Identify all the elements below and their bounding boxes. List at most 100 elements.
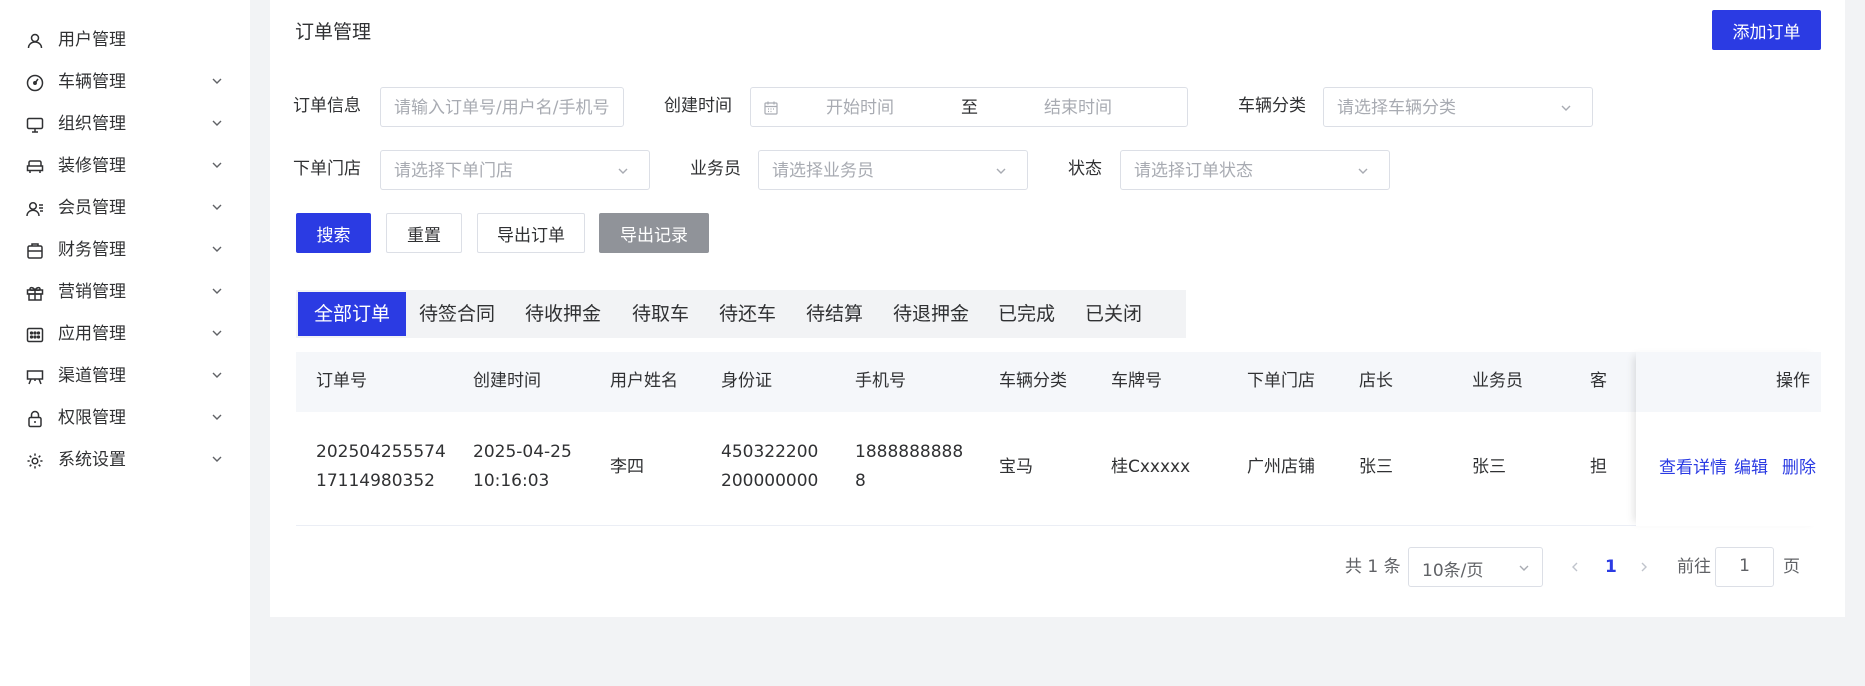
- page-size-select[interactable]: 10条/页: [1408, 547, 1543, 587]
- export-records-button[interactable]: 导出记录: [599, 213, 709, 253]
- chevron-down-icon: [210, 410, 224, 424]
- cell-order-no-line2: 17114980352: [316, 471, 435, 491]
- goto-suffix: 页: [1783, 557, 1800, 577]
- reset-button[interactable]: 重置: [386, 213, 462, 253]
- goto-page-input[interactable]: 1: [1715, 547, 1774, 587]
- end-time-placeholder[interactable]: 结束时间: [1044, 97, 1112, 119]
- tab-pending-return[interactable]: 待还车: [719, 292, 776, 336]
- order-management-card: 订单管理 添加订单 订单信息 请输入订单号/用户名/手机号 创建时间 开始时间 …: [270, 0, 1845, 617]
- operations-column: 操作 查看详情 编辑 删除: [1636, 352, 1821, 526]
- range-separator: 至: [961, 98, 978, 118]
- chevron-down-icon: [1559, 101, 1573, 115]
- chevron-down-icon: [1356, 164, 1370, 178]
- goto-page-value: 1: [1739, 556, 1750, 576]
- chevron-down-icon: [210, 284, 224, 298]
- status-label: 状态: [1068, 159, 1102, 179]
- table-row: 202504255574 17114980352 2025-04-25 10:1…: [296, 412, 1821, 526]
- chevron-down-icon: [210, 74, 224, 88]
- tab-pending-settlement[interactable]: 待结算: [806, 292, 863, 336]
- export-orders-button[interactable]: 导出订单: [477, 213, 585, 253]
- tab-all-orders[interactable]: 全部订单: [298, 292, 406, 336]
- chevron-down-icon: [994, 164, 1008, 178]
- order-info-input[interactable]: 请输入订单号/用户名/手机号: [380, 87, 624, 127]
- column-header-salesperson: 业务员: [1472, 371, 1523, 391]
- salesperson-placeholder: 请选择业务员: [772, 161, 874, 181]
- calendar-icon: [763, 100, 779, 116]
- sidebar-item-system-settings[interactable]: 系统设置: [0, 435, 250, 485]
- gauge-icon: [25, 73, 45, 93]
- salesperson-select[interactable]: 请选择业务员: [758, 150, 1028, 190]
- user-icon: [25, 31, 45, 51]
- sidebar: 用户管理 车辆管理 组织管理 装修管理 会员管理 财务管理 营销管理 应用管理 …: [0, 0, 250, 686]
- column-header-created: 创建时间: [473, 371, 541, 391]
- status-select[interactable]: 请选择订单状态: [1120, 150, 1390, 190]
- vehicle-category-label: 车辆分类: [1238, 96, 1306, 116]
- cell-id-card-line2: 200000000: [721, 471, 819, 491]
- vehicle-category-select[interactable]: 请选择车辆分类: [1323, 87, 1593, 127]
- sidebar-item-label: 渠道管理: [58, 366, 126, 386]
- member-icon: [25, 199, 45, 219]
- lock-icon: [25, 409, 45, 429]
- column-header-id-card: 身份证: [721, 371, 772, 391]
- edit-link[interactable]: 编辑: [1734, 457, 1768, 479]
- gift-icon: [25, 283, 45, 303]
- orders-table: 订单号 创建时间 用户姓名 身份证 手机号 车辆分类 车牌号 下单门店 店长 业…: [296, 352, 1821, 526]
- cell-phone-line1: 1888888888: [855, 442, 964, 462]
- next-page-icon[interactable]: [1637, 560, 1651, 574]
- search-button[interactable]: 搜索: [296, 213, 371, 253]
- sidebar-item-label: 车辆管理: [58, 72, 126, 92]
- sidebar-item-label: 组织管理: [58, 114, 126, 134]
- cell-id-card-line1: 450322200: [721, 442, 819, 462]
- tab-completed[interactable]: 已完成: [998, 292, 1055, 336]
- sidebar-item-label: 用户管理: [58, 30, 126, 50]
- cell-truncated: 担: [1590, 457, 1607, 477]
- column-header-store: 下单门店: [1247, 371, 1315, 391]
- current-page[interactable]: 1: [1605, 556, 1617, 578]
- column-header-user-name: 用户姓名: [610, 371, 678, 391]
- tab-pending-pickup[interactable]: 待取车: [632, 292, 689, 336]
- chevron-down-icon: [210, 242, 224, 256]
- column-header-plate: 车牌号: [1111, 371, 1162, 391]
- tab-pending-contract[interactable]: 待签合同: [419, 292, 495, 336]
- vehicle-category-placeholder: 请选择车辆分类: [1337, 98, 1456, 118]
- page-title: 订单管理: [295, 21, 372, 43]
- order-status-tabs: 全部订单 待签合同 待收押金 待取车 待还车 待结算 待退押金 已完成 已关闭: [296, 290, 1186, 338]
- monitor-icon: [25, 115, 45, 135]
- delete-link[interactable]: 删除: [1782, 457, 1816, 479]
- sidebar-item-label: 权限管理: [58, 408, 126, 428]
- chevron-down-icon: [210, 116, 224, 130]
- prev-page-icon[interactable]: [1568, 560, 1582, 574]
- sidebar-item-label: 会员管理: [58, 198, 126, 218]
- cell-created-time: 10:16:03: [473, 471, 550, 491]
- store-label: 下单门店: [293, 159, 361, 179]
- cell-salesperson: 张三: [1472, 457, 1506, 477]
- operations-header: 操作: [1636, 352, 1821, 412]
- created-time-label: 创建时间: [664, 96, 732, 116]
- cell-created-date: 2025-04-25: [473, 442, 572, 462]
- created-time-range-picker[interactable]: 开始时间 至 结束时间: [750, 87, 1188, 127]
- cell-order-no-line1: 202504255574: [316, 442, 446, 462]
- start-time-placeholder[interactable]: 开始时间: [826, 97, 894, 119]
- chevron-down-icon: [210, 368, 224, 382]
- tab-pending-deposit-refund[interactable]: 待退押金: [893, 292, 969, 336]
- order-info-placeholder: 请输入订单号/用户名/手机号: [394, 98, 610, 118]
- store-placeholder: 请选择下单门店: [394, 161, 513, 181]
- cell-plate: 桂Cxxxxx: [1111, 457, 1191, 477]
- pagination-total: 共 1 条: [1345, 557, 1401, 577]
- tab-pending-deposit[interactable]: 待收押金: [525, 292, 601, 336]
- chevron-down-icon: [210, 326, 224, 340]
- view-details-link[interactable]: 查看详情: [1659, 457, 1727, 479]
- column-header-order-no: 订单号: [316, 371, 367, 391]
- goto-prefix: 前往: [1677, 557, 1711, 577]
- tab-closed[interactable]: 已关闭: [1085, 292, 1142, 336]
- add-order-button[interactable]: 添加订单: [1712, 10, 1821, 50]
- column-header-operations: 操作: [1776, 371, 1810, 391]
- channel-icon: [25, 367, 45, 387]
- store-select[interactable]: 请选择下单门店: [380, 150, 650, 190]
- order-info-label: 订单信息: [293, 96, 361, 116]
- salesperson-label: 业务员: [690, 159, 741, 179]
- column-header-manager: 店长: [1359, 371, 1393, 391]
- sidebar-item-label: 系统设置: [58, 450, 126, 470]
- sidebar-item-label: 财务管理: [58, 240, 126, 260]
- wallet-icon: [25, 241, 45, 261]
